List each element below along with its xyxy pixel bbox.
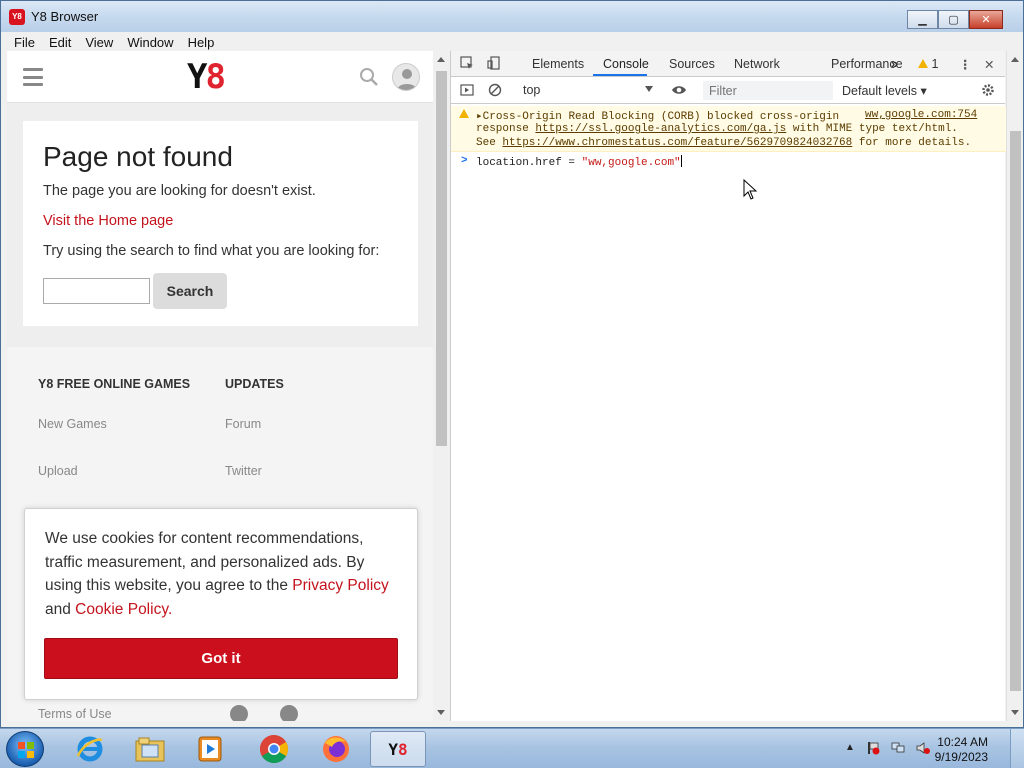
footer-link-twitter[interactable]: Twitter bbox=[225, 464, 284, 478]
footer-heading-updates: UPDATES bbox=[225, 377, 284, 391]
accept-cookies-button[interactable]: Got it bbox=[44, 638, 398, 679]
clear-console-icon[interactable] bbox=[488, 83, 502, 97]
page-viewport: Y8 Page not found The page you are looki… bbox=[7, 51, 433, 721]
sidebar-toggle-icon[interactable] bbox=[460, 83, 474, 97]
title-bar[interactable]: Y8 Y8 Browser ▁ ▢ ✕ bbox=[1, 1, 1023, 32]
console-settings-gear-icon[interactable] bbox=[981, 83, 995, 97]
devtools-scrollbar[interactable] bbox=[1006, 51, 1023, 721]
close-devtools-icon[interactable]: ✕ bbox=[984, 57, 994, 72]
show-hidden-icons-icon[interactable]: ▲ bbox=[845, 742, 859, 756]
menu-help[interactable]: Help bbox=[181, 35, 222, 50]
privacy-policy-link[interactable]: Privacy Policy bbox=[292, 577, 388, 594]
devtools-tab-bar: Elements Console Sources Network Perform… bbox=[451, 51, 1005, 77]
mouse-cursor-icon bbox=[743, 179, 757, 200]
close-button[interactable]: ✕ bbox=[969, 10, 1003, 29]
y8-app-icon: Y8 bbox=[9, 8, 25, 25]
device-toolbar-icon[interactable] bbox=[487, 56, 501, 70]
footer-link-upload[interactable]: Upload bbox=[38, 464, 190, 478]
scroll-down-icon[interactable] bbox=[1011, 710, 1019, 715]
user-avatar-icon[interactable] bbox=[392, 63, 420, 91]
show-desktop-button[interactable] bbox=[1010, 729, 1024, 768]
tab-elements[interactable]: Elements bbox=[532, 57, 584, 71]
console-prompt-icon: > bbox=[461, 155, 468, 167]
footer-link-forum[interactable]: Forum bbox=[225, 417, 284, 431]
cookie-banner: We use cookies for content recommendatio… bbox=[24, 508, 418, 700]
menu-file[interactable]: File bbox=[7, 35, 42, 50]
console-input-text[interactable]: location.href = "ww,google.com" bbox=[476, 155, 682, 169]
more-tabs-icon[interactable]: » bbox=[891, 57, 898, 71]
page-scroll-thumb[interactable] bbox=[436, 71, 447, 446]
cookie-policy-link[interactable]: Cookie Policy bbox=[75, 601, 168, 618]
clock-time: 10:24 AM bbox=[937, 735, 988, 749]
context-selector[interactable]: top bbox=[523, 83, 653, 97]
y8-taskbar-icon: Y8 bbox=[388, 739, 408, 759]
search-hint: Try using the search to find what you ar… bbox=[43, 243, 380, 259]
scroll-up-icon[interactable] bbox=[1011, 57, 1019, 62]
y8-logo[interactable]: Y8 bbox=[187, 59, 226, 95]
console-filter-input[interactable] bbox=[703, 81, 833, 100]
not-found-card: Page not found The page you are looking … bbox=[23, 121, 418, 326]
page-title: Page not found bbox=[43, 141, 233, 172]
footer-heading-games: Y8 FREE ONLINE GAMES bbox=[38, 377, 191, 391]
ga-js-link[interactable]: https://ssl.google-analytics.com/ga.js bbox=[535, 123, 786, 135]
devtools-scroll-thumb[interactable] bbox=[1010, 131, 1021, 691]
network-icon[interactable] bbox=[891, 741, 905, 755]
action-center-flag-icon[interactable] bbox=[866, 741, 880, 755]
y8-browser-taskbar-button[interactable]: Y8 bbox=[370, 731, 426, 767]
site-header: Y8 bbox=[7, 51, 433, 103]
menu-window[interactable]: Window bbox=[120, 35, 180, 50]
not-found-message: The page you are looking for doesn't exi… bbox=[43, 183, 316, 199]
maximize-button[interactable]: ▢ bbox=[938, 10, 969, 29]
footer-link-terms[interactable]: Terms of Use bbox=[38, 707, 112, 721]
twitter-icon[interactable] bbox=[230, 705, 248, 721]
live-expression-eye-icon[interactable] bbox=[671, 83, 687, 97]
devtools-panel: Elements Console Sources Network Perform… bbox=[450, 51, 1006, 721]
tab-network[interactable]: Network bbox=[734, 57, 780, 71]
hamburger-menu-icon[interactable] bbox=[23, 68, 43, 86]
clock-date: 9/19/2023 bbox=[934, 750, 988, 764]
page-scrollbar[interactable] bbox=[433, 51, 450, 721]
taskbar: Y8 ▲ 10:24 AM 9/19/2023 bbox=[0, 728, 1024, 768]
warning-icon bbox=[459, 109, 469, 118]
dropdown-caret-icon bbox=[645, 86, 653, 92]
warning-source-link[interactable]: ww,google.com:754 bbox=[865, 109, 977, 121]
tab-console[interactable]: Console bbox=[603, 57, 649, 71]
log-levels-dropdown[interactable]: Default levels ▾ bbox=[842, 83, 927, 98]
search-icon[interactable] bbox=[359, 67, 379, 87]
console-warning-message: ▸Cross-Origin Read Blocking (CORB) block… bbox=[451, 106, 1006, 152]
window-title: Y8 Browser bbox=[31, 9, 99, 24]
search-input[interactable] bbox=[43, 278, 150, 304]
start-button[interactable] bbox=[6, 731, 44, 767]
footer-link-new-games[interactable]: New Games bbox=[38, 417, 190, 431]
menu-edit[interactable]: Edit bbox=[42, 35, 78, 50]
search-button[interactable]: Search bbox=[153, 273, 227, 309]
console-toolbar: top Default levels ▾ bbox=[451, 77, 1005, 104]
warning-counter[interactable]: 1 bbox=[918, 57, 938, 71]
scroll-up-icon[interactable] bbox=[437, 57, 445, 62]
menu-view[interactable]: View bbox=[78, 35, 120, 50]
active-tab-indicator bbox=[593, 74, 647, 76]
warning-icon bbox=[918, 59, 928, 68]
tab-sources[interactable]: Sources bbox=[669, 57, 715, 71]
inspect-element-icon[interactable] bbox=[460, 56, 474, 70]
media-player-taskbar-icon[interactable] bbox=[182, 731, 238, 767]
kebab-menu-icon[interactable]: ⋮ bbox=[959, 57, 972, 72]
volume-muted-icon[interactable] bbox=[916, 741, 930, 755]
internet-explorer-taskbar-icon[interactable] bbox=[62, 731, 118, 767]
firefox-taskbar-icon[interactable] bbox=[308, 731, 364, 767]
chrome-taskbar-icon[interactable] bbox=[246, 731, 302, 767]
windows-logo-icon bbox=[18, 742, 34, 758]
system-clock[interactable]: 10:24 AM 9/19/2023 bbox=[935, 735, 988, 765]
chromestatus-link[interactable]: https://www.chromestatus.com/feature/562… bbox=[502, 137, 852, 149]
home-page-link[interactable]: Visit the Home page bbox=[43, 213, 398, 229]
minimize-button[interactable]: ▁ bbox=[907, 10, 938, 29]
file-explorer-taskbar-icon[interactable] bbox=[122, 731, 178, 767]
cookie-text: We use cookies for content recommendatio… bbox=[45, 530, 389, 618]
scroll-down-icon[interactable] bbox=[437, 710, 445, 715]
facebook-icon[interactable] bbox=[280, 705, 298, 721]
menu-bar: File Edit View Window Help bbox=[1, 32, 1023, 52]
